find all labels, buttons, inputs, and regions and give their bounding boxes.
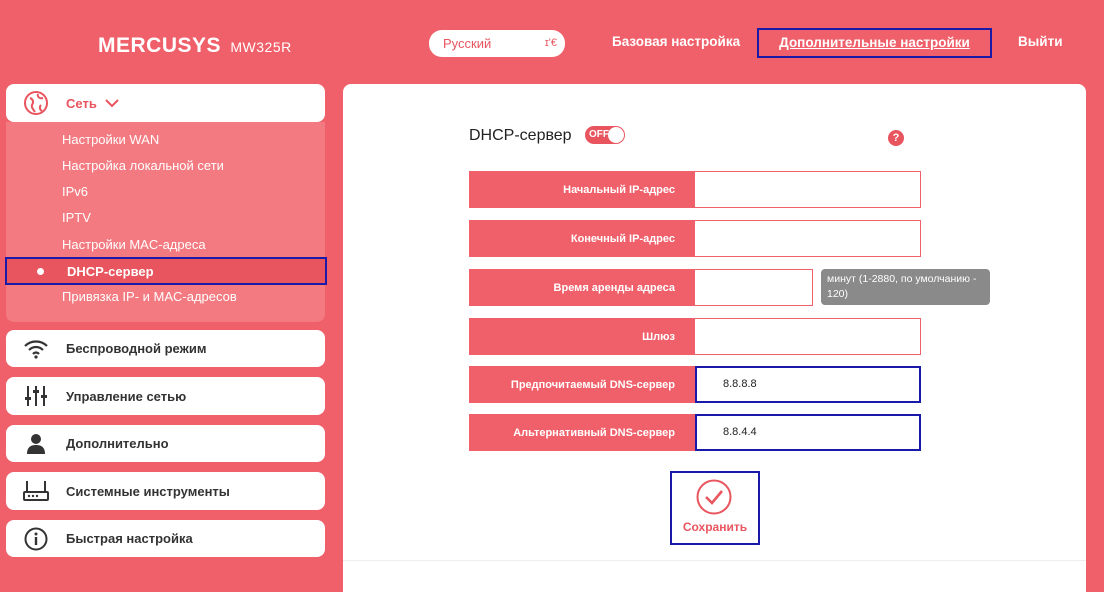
sidebar-item-label: Системные инструменты: [66, 483, 230, 499]
submenu-item-iptv[interactable]: IPTV: [62, 210, 91, 225]
globe-icon: [6, 90, 66, 116]
wifi-icon: [6, 339, 66, 359]
dhcp-toggle[interactable]: OFF: [585, 126, 625, 144]
sliders-icon: [6, 385, 66, 407]
start-ip-input[interactable]: [695, 171, 921, 208]
help-icon[interactable]: ?: [888, 130, 904, 146]
chevron-down-icon: [105, 96, 119, 111]
sidebar-item-wireless[interactable]: Беспроводной режим: [6, 330, 325, 367]
nav-basic-settings[interactable]: Базовая настройка: [612, 34, 740, 49]
nav-logout[interactable]: Выйти: [1018, 34, 1063, 49]
active-dot-icon: [37, 268, 44, 275]
brand-name: MERCUSYS: [98, 34, 222, 57]
gateway-label: Шлюз: [469, 318, 695, 355]
gateway-input[interactable]: [695, 318, 921, 355]
sidebar-item-quick-setup[interactable]: Быстрая настройка: [6, 520, 325, 557]
toggle-knob: [608, 127, 624, 143]
start-ip-label: Начальный IP-адрес: [469, 171, 695, 208]
checkmark-icon: [696, 479, 732, 515]
submenu-item-dhcp[interactable]: DHCP-сервер: [5, 257, 327, 285]
lease-time-label: Время аренды адреса: [469, 269, 695, 306]
brand-logo: MERCUSYS MW325R: [98, 34, 292, 58]
router-icon: [6, 480, 66, 502]
primary-dns-input[interactable]: 8.8.8.8: [695, 366, 921, 403]
lease-time-input[interactable]: [695, 269, 813, 306]
sidebar-item-label: Сеть: [66, 95, 97, 111]
info-icon: [6, 527, 66, 551]
model-name: MW325R: [230, 39, 292, 55]
language-value: Русский: [443, 36, 492, 51]
toggle-state: OFF: [589, 129, 609, 140]
sidebar-item-label: Дополнительно: [66, 436, 169, 451]
submenu-item-wan[interactable]: Настройки WAN: [62, 132, 159, 147]
nav-advanced-settings[interactable]: Дополнительные настройки: [757, 28, 992, 58]
sidebar-item-network[interactable]: Сеть: [6, 84, 325, 122]
user-icon: [6, 433, 66, 455]
sidebar-item-network-control[interactable]: Управление сетью: [6, 377, 325, 415]
sidebar-item-label: Быстрая настройка: [66, 531, 193, 546]
save-label: Сохранить: [682, 520, 748, 534]
submenu-item-label: DHCP-сервер: [67, 264, 154, 279]
sidebar-item-advanced[interactable]: Дополнительно: [6, 425, 325, 462]
language-select[interactable]: Русский ɪ'€: [429, 30, 565, 57]
panel-divider: [343, 560, 1086, 561]
submenu-item-mac[interactable]: Настройки MAC-адреса: [62, 237, 206, 252]
end-ip-label: Конечный IP-адрес: [469, 220, 695, 257]
submenu-item-ipv6[interactable]: IPv6: [62, 184, 88, 199]
page-title: DHCP-сервер: [469, 127, 572, 144]
lease-time-hint: минут (1-2880, по умолчанию - 120): [821, 269, 990, 305]
sidebar-item-label: Беспроводной режим: [66, 341, 207, 356]
secondary-dns-label: Альтернативный DNS-сервер: [469, 414, 695, 451]
submenu-item-ip-mac-binding[interactable]: Привязка IP- и MAC-адресов: [62, 289, 237, 304]
end-ip-input[interactable]: [695, 220, 921, 257]
submenu-item-lan[interactable]: Настройка локальной сети: [62, 158, 224, 173]
secondary-dns-input[interactable]: 8.8.4.4: [695, 414, 921, 451]
sidebar-item-system-tools[interactable]: Системные инструменты: [6, 472, 325, 510]
sidebar-item-label: Управление сетью: [66, 388, 187, 404]
save-button[interactable]: Сохранить: [670, 471, 760, 545]
language-icon: ɪ'€: [544, 37, 557, 49]
primary-dns-label: Предпочитаемый DNS-сервер: [469, 366, 695, 403]
